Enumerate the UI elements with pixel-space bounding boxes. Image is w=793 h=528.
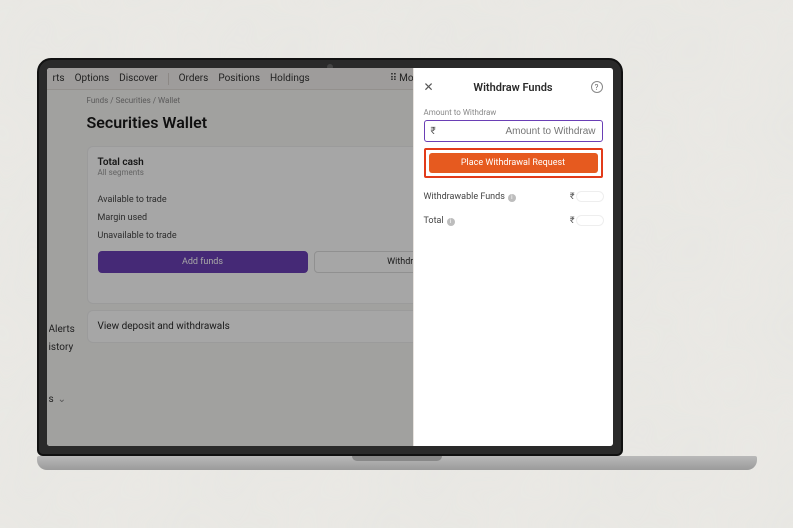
masked-value [577,192,603,201]
masked-value [577,216,603,225]
help-icon[interactable]: ? [591,81,603,93]
close-icon[interactable]: ✕ [424,80,434,94]
withdraw-panel: ✕ Withdraw Funds ? Amount to Withdraw ₹ … [413,68,613,446]
amount-input[interactable] [440,126,596,137]
info-icon[interactable]: i [447,218,455,226]
panel-title: Withdraw Funds [473,81,552,94]
currency-symbol: ₹ [431,126,436,137]
total-label: Total [424,216,444,226]
laptop-base [37,456,757,470]
currency-symbol: ₹ [570,192,575,202]
cta-highlight: Place Withdrawal Request [424,148,603,178]
currency-symbol: ₹ [570,216,575,226]
place-withdrawal-button[interactable]: Place Withdrawal Request [429,153,598,173]
withdrawable-funds-label: Withdrawable Funds [424,192,505,202]
info-icon[interactable]: i [508,194,516,202]
amount-label: Amount to Withdraw [424,108,603,117]
amount-input-wrap[interactable]: ₹ [424,120,603,142]
